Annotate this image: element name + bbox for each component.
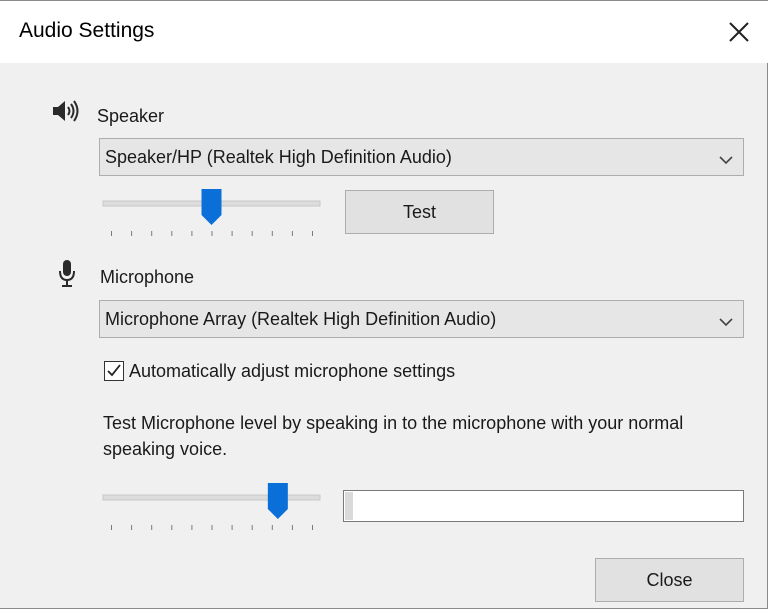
slider-tick <box>231 525 233 530</box>
slider-tick <box>151 231 153 236</box>
slider-tick <box>171 231 173 236</box>
chevron-down-icon <box>719 152 733 170</box>
checkmark-icon <box>107 364 121 377</box>
slider-tick <box>191 525 193 530</box>
slider-tick <box>171 525 173 530</box>
slider-tick <box>291 231 293 236</box>
microphone-icon <box>57 259 77 294</box>
microphone-device-value: Microphone Array (Realtek High Definitio… <box>105 309 497 329</box>
microphone-level-meter <box>343 490 744 522</box>
audio-settings-dialog: Audio Settings Speaker Speaker/HP (Realt… <box>0 0 768 609</box>
title-bar: Audio Settings <box>0 1 768 63</box>
slider-tick <box>312 525 313 530</box>
speaker-device-value: Speaker/HP (Realtek High Definition Audi… <box>105 147 452 167</box>
slider-tick <box>251 525 253 530</box>
slider-tick <box>312 231 313 236</box>
microphone-level-fill <box>345 492 353 520</box>
dialog-title: Audio Settings <box>19 19 155 42</box>
microphone-device-select[interactable]: Microphone Array (Realtek High Definitio… <box>99 300 744 338</box>
slider-tick <box>131 525 133 530</box>
slider-tick <box>211 525 213 530</box>
mic-test-instructions: Test Microphone level by speaking in to … <box>103 413 684 459</box>
slider-tick <box>251 231 253 236</box>
close-button[interactable]: Close <box>595 558 744 602</box>
speaker-device-select[interactable]: Speaker/HP (Realtek High Definition Audi… <box>99 138 744 176</box>
chevron-down-icon <box>719 314 733 332</box>
slider-thumb[interactable] <box>267 483 288 519</box>
slider-tick <box>111 525 112 530</box>
slider-thumb[interactable] <box>201 189 222 225</box>
auto-adjust-checkbox[interactable] <box>104 361 124 381</box>
speaker-volume-slider[interactable] <box>100 187 324 243</box>
speaker-label: Speaker <box>97 106 165 126</box>
slider-tick <box>151 525 153 530</box>
slider-tick <box>271 231 273 236</box>
slider-tick <box>231 231 233 236</box>
slider-tick <box>191 231 193 236</box>
slider-tick <box>271 525 273 530</box>
test-speaker-button[interactable]: Test <box>345 190 494 234</box>
auto-adjust-label[interactable]: Automatically adjust microphone settings <box>129 361 455 382</box>
slider-tick <box>211 231 213 236</box>
slider-tick <box>131 231 133 236</box>
close-icon[interactable] <box>710 1 768 63</box>
microphone-label: Microphone <box>100 267 195 287</box>
slider-tick <box>111 231 112 236</box>
slider-tick <box>291 525 293 530</box>
speaker-icon <box>52 98 82 129</box>
microphone-volume-slider[interactable] <box>100 481 324 537</box>
